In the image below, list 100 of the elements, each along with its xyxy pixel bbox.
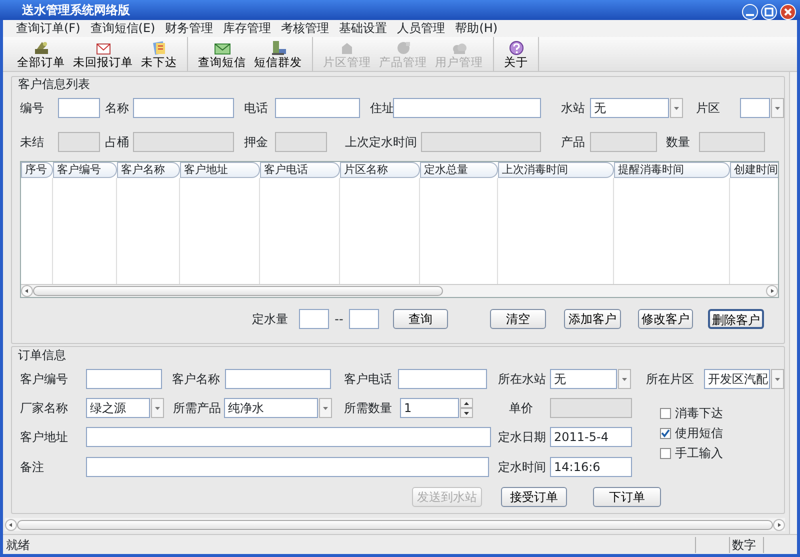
dropdown-field[interactable]: 无 (590, 98, 669, 118)
input-field[interactable] (225, 369, 331, 390)
help-icon (508, 40, 524, 56)
number-field[interactable]: 1 (400, 398, 459, 418)
scroll-right-button[interactable] (773, 518, 785, 531)
input-field[interactable] (349, 308, 379, 328)
input-field[interactable] (58, 98, 100, 118)
dropdown-button[interactable] (151, 398, 164, 418)
dropdown-button[interactable] (319, 398, 332, 418)
dropdown-field[interactable]: 绿之源 (86, 398, 150, 418)
dropdown-field[interactable]: 纯净水 (224, 398, 318, 418)
field-label: 片区 (696, 100, 721, 117)
column-header[interactable]: 序号 (21, 162, 53, 178)
field-label: 电话 (244, 100, 269, 117)
column-header[interactable]: 客户电话 (260, 162, 340, 178)
menu-item[interactable]: 帮助(H) (450, 21, 503, 36)
input-field[interactable] (86, 457, 489, 478)
checkbox[interactable] (660, 408, 671, 419)
window-title: 送水管理系统网络版 (22, 2, 131, 19)
column-header[interactable]: 创建时间 (730, 162, 778, 178)
dropdown-field[interactable]: 开发区汽配 (704, 369, 770, 390)
input-field[interactable] (133, 98, 234, 118)
maximize-icon (761, 4, 777, 20)
toolbar-button[interactable]: 全部订单 (13, 37, 69, 71)
scrollbar-thumb[interactable] (33, 286, 443, 296)
checkbox[interactable] (660, 448, 671, 459)
toolbar-button[interactable]: 关于 (500, 37, 532, 71)
field-label: 备注 (20, 459, 45, 476)
scroll-right-button[interactable] (766, 285, 778, 297)
minimize-button[interactable] (742, 2, 758, 18)
toolbar-button[interactable]: 未回报订单 (69, 37, 137, 71)
menu-item[interactable]: 查询短信(E) (85, 21, 160, 36)
dropdown-field[interactable] (740, 98, 770, 118)
input-field[interactable] (393, 98, 541, 118)
field-label: 押金 (244, 134, 269, 151)
field-label: 产品 (561, 134, 586, 151)
left-arrow-icon (24, 288, 30, 294)
column-header[interactable]: 上次消毒时间 (498, 162, 614, 178)
dropdown-field[interactable]: 无 (550, 369, 617, 390)
checkbox[interactable] (660, 428, 671, 439)
dropdown-button[interactable] (771, 369, 784, 390)
range-separator: -- (334, 310, 344, 328)
field-label: 定水日期 (498, 429, 547, 446)
scroll-left-button[interactable] (21, 285, 33, 297)
dropdown-button[interactable] (618, 369, 631, 390)
menu-item[interactable]: 库存管理 (218, 21, 276, 36)
maximize-button[interactable] (761, 2, 777, 18)
menu-item[interactable]: 查询订单(F) (11, 21, 86, 36)
toolbar-button[interactable]: 未下达 (137, 37, 181, 71)
action-button[interactable]: 清空 (490, 308, 546, 328)
spin-up-button[interactable] (460, 398, 473, 408)
column-header[interactable]: 客户地址 (180, 162, 260, 178)
readonly-field (699, 132, 765, 152)
close-button[interactable] (780, 2, 796, 18)
action-button[interactable]: 查询 (393, 308, 448, 328)
action-button[interactable]: 接受订单 (501, 487, 567, 508)
column-header[interactable]: 客户名称 (117, 162, 180, 178)
caret-icon (322, 404, 329, 412)
document-icon (150, 40, 168, 56)
column-header[interactable]: 提醒消毒时间 (614, 162, 730, 178)
scroll-left-button[interactable] (5, 518, 17, 531)
input-field[interactable] (299, 308, 329, 328)
vertical-scrollbar[interactable] (789, 72, 797, 534)
scrollbar-thumb[interactable] (17, 520, 773, 530)
column-header[interactable]: 定水总量 (420, 162, 498, 178)
up-arrow-icon (463, 400, 470, 407)
column-header[interactable]: 片区名称 (340, 162, 420, 178)
input-field[interactable] (398, 369, 487, 390)
menu-item[interactable]: 财务管理 (160, 21, 218, 36)
horizontal-scrollbar[interactable] (5, 518, 785, 531)
input-field[interactable]: 14:16:6 (550, 457, 632, 478)
field-label: 客户名称 (172, 371, 221, 388)
field-label: 所在水站 (498, 371, 547, 388)
group-title: 订单信息 (17, 347, 67, 364)
horizontal-scrollbar[interactable] (21, 284, 778, 297)
field-label: 单价 (509, 400, 534, 418)
input-field[interactable] (275, 98, 360, 118)
input-field[interactable] (86, 369, 162, 390)
dropdown-button[interactable] (771, 98, 784, 118)
action-button[interactable]: 修改客户 (638, 308, 693, 328)
dropdown-button[interactable] (670, 98, 683, 118)
menu-item[interactable]: 基础设置 (334, 21, 392, 36)
action-button[interactable]: 添加客户 (564, 308, 621, 328)
caret-icon (673, 104, 680, 112)
action-button[interactable]: 删除客户 (708, 308, 764, 328)
toolbar-button[interactable]: 查询短信 (194, 37, 250, 71)
caret-icon (154, 404, 161, 412)
field-label: 定水量 (252, 310, 289, 328)
column-header[interactable]: 客户编号 (53, 162, 117, 178)
readonly-field (590, 132, 657, 152)
field-label: 客户地址 (20, 429, 69, 446)
field-label: 占桶 (105, 134, 130, 151)
action-button[interactable]: 下订单 (593, 487, 661, 508)
input-field[interactable] (86, 427, 491, 448)
menu-item[interactable]: 人员管理 (392, 21, 450, 36)
down-arrow-icon (463, 410, 470, 417)
input-field[interactable]: 2011-5-4 (550, 427, 632, 448)
spin-down-button[interactable] (460, 408, 473, 418)
toolbar-button[interactable]: 短信群发 (250, 37, 306, 71)
menu-item[interactable]: 考核管理 (276, 21, 334, 36)
